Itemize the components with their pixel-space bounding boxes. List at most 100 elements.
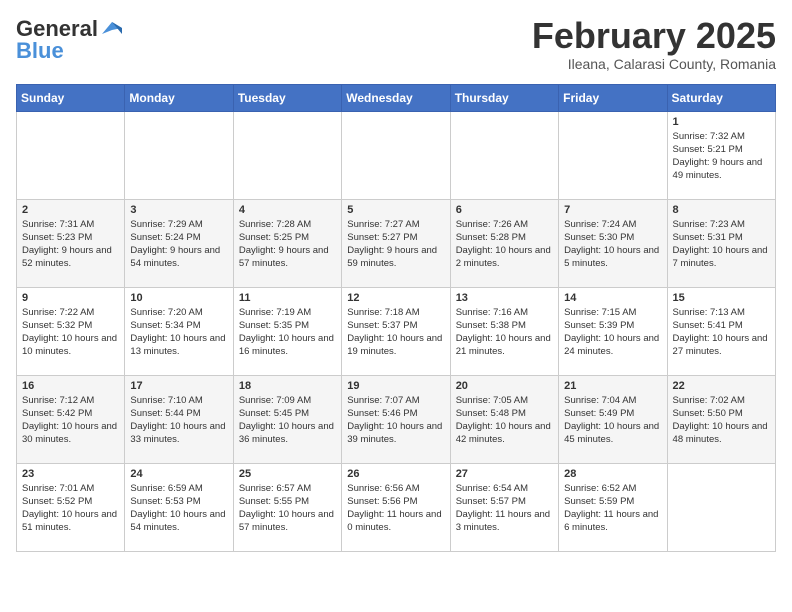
day-info: Sunrise: 7:12 AMSunset: 5:42 PMDaylight:…	[22, 394, 119, 447]
calendar-cell: 28 Sunrise: 6:52 AMSunset: 5:59 PMDayligh…	[559, 463, 667, 551]
day-number: 9	[22, 292, 119, 304]
calendar-cell: 13 Sunrise: 7:16 AMSunset: 5:38 PMDayligh…	[450, 287, 558, 375]
day-info: Sunrise: 7:04 AMSunset: 5:49 PMDaylight:…	[564, 394, 661, 447]
calendar-cell: 20 Sunrise: 7:05 AMSunset: 5:48 PMDayligh…	[450, 375, 558, 463]
calendar-table: SundayMondayTuesdayWednesdayThursdayFrid…	[16, 84, 776, 552]
day-number: 28	[564, 468, 661, 480]
calendar-cell	[450, 111, 558, 199]
calendar-week-4: 16Sunrise: 7:12 AMSunset: 5:42 PMDayligh…	[17, 375, 776, 463]
day-info: Sunrise: 7:26 AMSunset: 5:28 PMDaylight:…	[456, 218, 553, 271]
weekday-header-sunday: Sunday	[17, 84, 125, 111]
day-info: Sunrise: 7:18 AMSunset: 5:37 PMDaylight:…	[347, 306, 444, 359]
logo-blue: Blue	[16, 38, 64, 64]
calendar-cell: 1 Sunrise: 7:32 AMSunset: 5:21 PMDaylight…	[667, 111, 775, 199]
day-number: 25	[239, 468, 336, 480]
weekday-header-row: SundayMondayTuesdayWednesdayThursdayFrid…	[17, 84, 776, 111]
day-number: 21	[564, 380, 661, 392]
day-number: 7	[564, 204, 661, 216]
calendar-cell: 11Sunrise: 7:19 AMSunset: 5:35 PMDayligh…	[233, 287, 341, 375]
calendar-cell	[233, 111, 341, 199]
day-number: 13	[456, 292, 553, 304]
calendar-cell: 6 Sunrise: 7:26 AMSunset: 5:28 PMDaylight…	[450, 199, 558, 287]
day-number: 24	[130, 468, 227, 480]
weekday-header-monday: Monday	[125, 84, 233, 111]
day-info: Sunrise: 7:19 AMSunset: 5:35 PMDaylight:…	[239, 306, 336, 359]
day-info: Sunrise: 6:52 AMSunset: 5:59 PMDaylight:…	[564, 482, 661, 535]
day-info: Sunrise: 7:29 AMSunset: 5:24 PMDaylight:…	[130, 218, 227, 271]
day-info: Sunrise: 7:22 AMSunset: 5:32 PMDaylight:…	[22, 306, 119, 359]
day-info: Sunrise: 6:59 AMSunset: 5:53 PMDaylight:…	[130, 482, 227, 535]
day-number: 5	[347, 204, 444, 216]
calendar-cell	[342, 111, 450, 199]
day-info: Sunrise: 7:24 AMSunset: 5:30 PMDaylight:…	[564, 218, 661, 271]
day-info: Sunrise: 7:16 AMSunset: 5:38 PMDaylight:…	[456, 306, 553, 359]
calendar-cell: 24 Sunrise: 6:59 AMSunset: 5:53 PMDayligh…	[125, 463, 233, 551]
calendar-week-1: 1 Sunrise: 7:32 AMSunset: 5:21 PMDaylight…	[17, 111, 776, 199]
calendar-cell: 22 Sunrise: 7:02 AMSunset: 5:50 PMDayligh…	[667, 375, 775, 463]
day-info: Sunrise: 7:07 AMSunset: 5:46 PMDaylight:…	[347, 394, 444, 447]
calendar-cell: 26Sunrise: 6:56 AMSunset: 5:56 PMDayligh…	[342, 463, 450, 551]
calendar-cell: 15 Sunrise: 7:13 AMSunset: 5:41 PMDayligh…	[667, 287, 775, 375]
calendar-cell: 18Sunrise: 7:09 AMSunset: 5:45 PMDayligh…	[233, 375, 341, 463]
day-info: Sunrise: 7:28 AMSunset: 5:25 PMDaylight:…	[239, 218, 336, 271]
day-number: 4	[239, 204, 336, 216]
calendar-cell: 17Sunrise: 7:10 AMSunset: 5:44 PMDayligh…	[125, 375, 233, 463]
day-number: 19	[347, 380, 444, 392]
day-info: Sunrise: 6:57 AMSunset: 5:55 PMDaylight:…	[239, 482, 336, 535]
calendar-cell: 2 Sunrise: 7:31 AMSunset: 5:23 PMDaylight…	[17, 199, 125, 287]
weekday-header-saturday: Saturday	[667, 84, 775, 111]
day-number: 12	[347, 292, 444, 304]
day-number: 8	[673, 204, 770, 216]
day-number: 20	[456, 380, 553, 392]
calendar-cell: 4 Sunrise: 7:28 AMSunset: 5:25 PMDaylight…	[233, 199, 341, 287]
calendar-cell: 23Sunrise: 7:01 AMSunset: 5:52 PMDayligh…	[17, 463, 125, 551]
day-info: Sunrise: 7:02 AMSunset: 5:50 PMDaylight:…	[673, 394, 770, 447]
day-info: Sunrise: 7:32 AMSunset: 5:21 PMDaylight:…	[673, 130, 770, 183]
month-title: February 2025	[532, 16, 776, 56]
calendar-cell: 3 Sunrise: 7:29 AMSunset: 5:24 PMDaylight…	[125, 199, 233, 287]
day-number: 26	[347, 468, 444, 480]
calendar-week-2: 2 Sunrise: 7:31 AMSunset: 5:23 PMDaylight…	[17, 199, 776, 287]
calendar-cell: 10Sunrise: 7:20 AMSunset: 5:34 PMDayligh…	[125, 287, 233, 375]
weekday-header-wednesday: Wednesday	[342, 84, 450, 111]
calendar-cell: 21 Sunrise: 7:04 AMSunset: 5:49 PMDayligh…	[559, 375, 667, 463]
day-number: 23	[22, 468, 119, 480]
calendar-cell	[125, 111, 233, 199]
day-info: Sunrise: 6:54 AMSunset: 5:57 PMDaylight:…	[456, 482, 553, 535]
calendar-cell	[17, 111, 125, 199]
day-info: Sunrise: 7:05 AMSunset: 5:48 PMDaylight:…	[456, 394, 553, 447]
calendar-cell: 5 Sunrise: 7:27 AMSunset: 5:27 PMDaylight…	[342, 199, 450, 287]
title-block: February 2025 Ileana, Calarasi County, R…	[532, 16, 776, 72]
page-header: General Blue February 2025 Ileana, Calar…	[16, 16, 776, 72]
day-info: Sunrise: 7:15 AMSunset: 5:39 PMDaylight:…	[564, 306, 661, 359]
calendar-cell: 8 Sunrise: 7:23 AMSunset: 5:31 PMDaylight…	[667, 199, 775, 287]
day-info: Sunrise: 7:23 AMSunset: 5:31 PMDaylight:…	[673, 218, 770, 271]
day-number: 17	[130, 380, 227, 392]
calendar-week-5: 23Sunrise: 7:01 AMSunset: 5:52 PMDayligh…	[17, 463, 776, 551]
day-info: Sunrise: 7:31 AMSunset: 5:23 PMDaylight:…	[22, 218, 119, 271]
logo-bird-icon	[100, 20, 122, 38]
day-info: Sunrise: 7:13 AMSunset: 5:41 PMDaylight:…	[673, 306, 770, 359]
calendar-cell: 27Sunrise: 6:54 AMSunset: 5:57 PMDayligh…	[450, 463, 558, 551]
calendar-cell	[559, 111, 667, 199]
logo: General Blue	[16, 16, 122, 64]
day-number: 15	[673, 292, 770, 304]
day-info: Sunrise: 7:27 AMSunset: 5:27 PMDaylight:…	[347, 218, 444, 271]
weekday-header-tuesday: Tuesday	[233, 84, 341, 111]
day-number: 14	[564, 292, 661, 304]
calendar-cell: 16Sunrise: 7:12 AMSunset: 5:42 PMDayligh…	[17, 375, 125, 463]
location-title: Ileana, Calarasi County, Romania	[532, 56, 776, 72]
calendar-cell: 25 Sunrise: 6:57 AMSunset: 5:55 PMDayligh…	[233, 463, 341, 551]
calendar-cell: 9 Sunrise: 7:22 AMSunset: 5:32 PMDaylight…	[17, 287, 125, 375]
day-number: 2	[22, 204, 119, 216]
day-number: 6	[456, 204, 553, 216]
day-number: 18	[239, 380, 336, 392]
day-info: Sunrise: 7:20 AMSunset: 5:34 PMDaylight:…	[130, 306, 227, 359]
day-number: 3	[130, 204, 227, 216]
day-number: 22	[673, 380, 770, 392]
day-number: 1	[673, 116, 770, 128]
weekday-header-friday: Friday	[559, 84, 667, 111]
weekday-header-thursday: Thursday	[450, 84, 558, 111]
calendar-cell: 12 Sunrise: 7:18 AMSunset: 5:37 PMDayligh…	[342, 287, 450, 375]
calendar-week-3: 9 Sunrise: 7:22 AMSunset: 5:32 PMDaylight…	[17, 287, 776, 375]
